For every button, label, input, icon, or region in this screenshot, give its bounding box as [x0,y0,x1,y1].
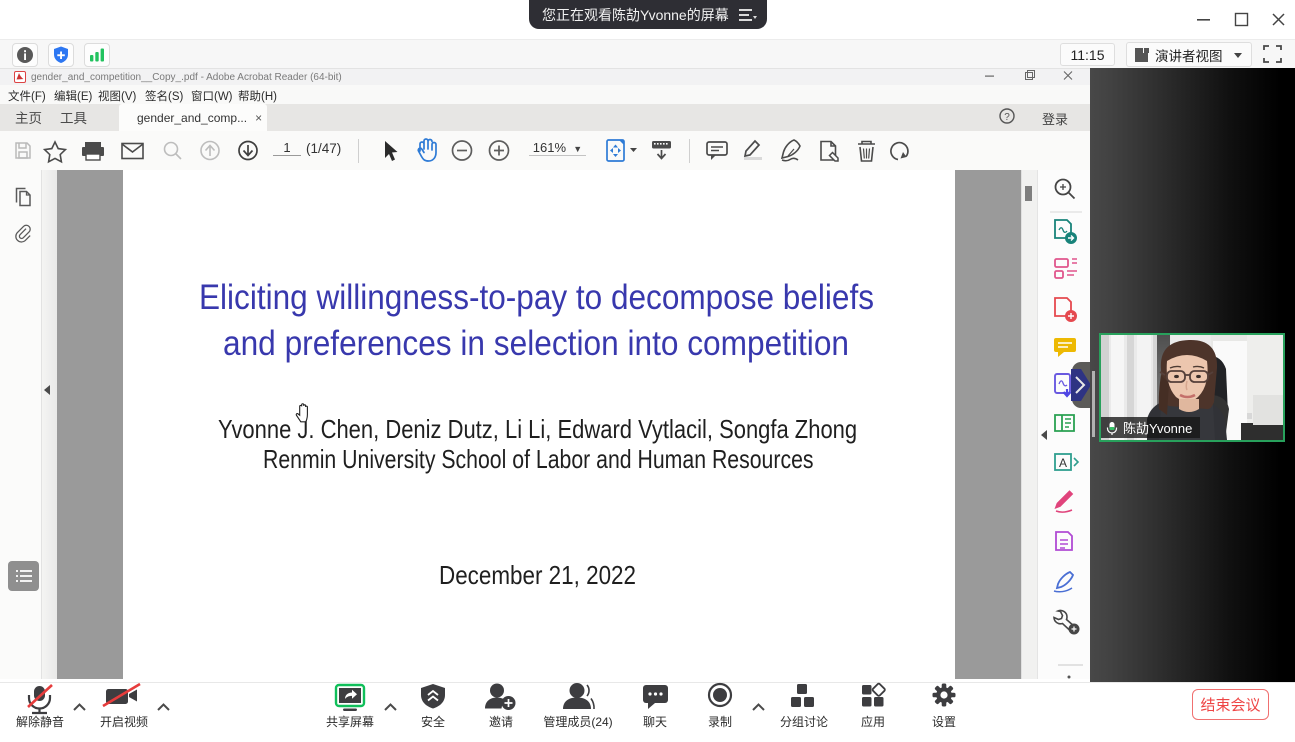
svg-text:A: A [1059,456,1067,470]
svg-text:?: ? [1004,112,1010,123]
